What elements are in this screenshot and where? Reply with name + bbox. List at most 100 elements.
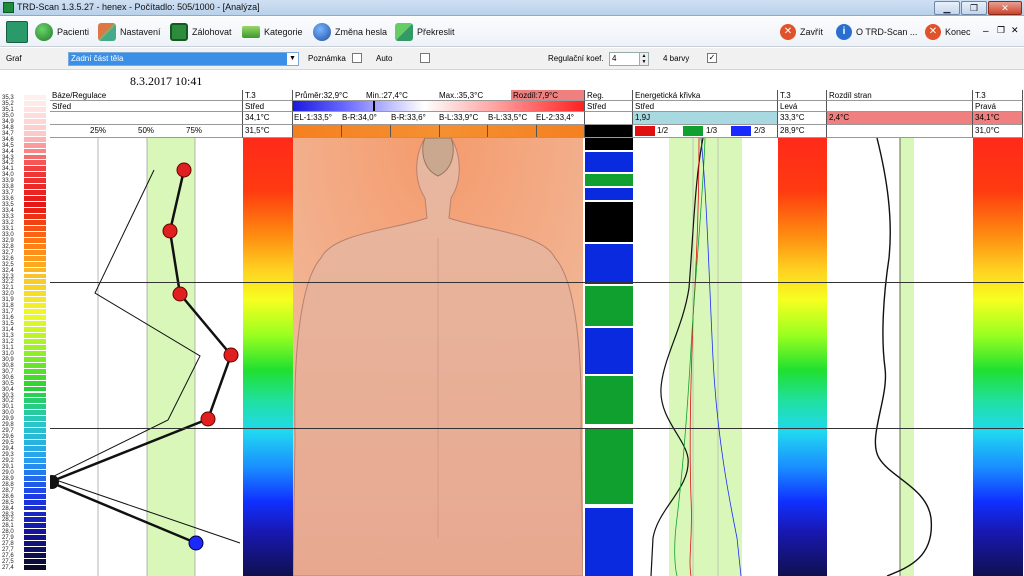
about-button[interactable]: i O TRD-Scan ... [836, 21, 917, 43]
note-label: Poznámka [308, 54, 346, 63]
scale-step [24, 350, 46, 356]
t3-mid-v1: 33,3°C [778, 112, 827, 125]
redraw-icon [395, 23, 413, 41]
scale-step [24, 356, 46, 362]
scale-step [24, 261, 46, 267]
exit-button[interactable]: ✕ Konec [925, 21, 971, 43]
patients-button[interactable]: Pacienti [35, 21, 89, 43]
analysis-panel: 8.3.2017 10:41 35,3 35,2 35,1 35,0 34,9 34,8 3… [0, 71, 1024, 576]
divider-line [50, 282, 1024, 283]
scale-step [24, 505, 46, 511]
scale-step [24, 362, 46, 368]
temperature-scale-bar [24, 95, 46, 571]
scale-step [24, 565, 46, 570]
reg-header: Reg. [585, 90, 633, 101]
scale-step [24, 219, 46, 225]
scale-step [24, 160, 46, 166]
scale-step [24, 404, 46, 410]
stats-row: Průměr:32,9°C Min.:27,4°C Max.:35,3°C Ro… [293, 90, 585, 101]
scale-step [24, 469, 46, 475]
patients-label: Pacienti [57, 27, 90, 37]
scale-step [24, 172, 46, 178]
home-button[interactable] [6, 21, 28, 43]
settings-button[interactable]: Nastavení [98, 21, 161, 43]
scale-step [24, 267, 46, 273]
scale-step [24, 148, 46, 154]
redraw-button[interactable]: Překreslit [395, 21, 455, 43]
region-0: EL-1:33,5° [294, 113, 332, 122]
close-analysis-button[interactable]: ✕ Zavřít [780, 21, 823, 43]
auto-checkbox[interactable] [420, 53, 430, 63]
scale-step [24, 327, 46, 332]
folder-icon [242, 26, 260, 38]
spin-down-icon[interactable]: ▼ [639, 59, 648, 65]
scale-step [24, 225, 46, 231]
maximize-button[interactable]: ❐ [961, 1, 987, 15]
scale-step [24, 178, 46, 184]
body-thermogram-image [293, 138, 583, 576]
mdi-restore-button[interactable]: ❐ [997, 25, 1005, 36]
change-password-button[interactable]: Změna hesla [313, 21, 387, 43]
data-point [188, 535, 204, 551]
floppy-icon [170, 23, 188, 41]
rozdil-value: 2,4°C [827, 112, 972, 124]
legend-2: 1/3 [706, 126, 718, 135]
people-icon [35, 23, 53, 41]
stat-average: Průměr:32,9°C [295, 91, 348, 100]
scale-step [24, 386, 46, 392]
scale-step [24, 279, 46, 285]
scale-step [24, 452, 46, 457]
rozdil-header: Rozdíl stran [827, 90, 973, 101]
backup-label: Zálohovat [192, 27, 232, 37]
close-window-button[interactable]: ✕ [988, 1, 1022, 15]
mdi-minimize-button[interactable]: – [983, 26, 989, 37]
rozdil-value-row: 2,4°C [827, 112, 973, 125]
t3-left-v1: 34,1°C [243, 112, 293, 125]
scale-label: 27,4 [2, 565, 14, 572]
data-point [172, 286, 188, 302]
colors-checkbox[interactable]: ✓ [707, 53, 717, 63]
scale-step [24, 541, 46, 547]
regions-row: EL-1:33,5° B-R:34,0° B-R:33,6° B-L:33,9°… [293, 112, 585, 125]
scale-step [24, 523, 46, 529]
toolbar: Pacienti Nastavení Zálohovat Kategorie Z… [0, 17, 1024, 47]
baze-blank [50, 112, 243, 125]
mdi-close-button[interactable]: ✕ [1011, 25, 1019, 36]
app-icon [3, 2, 14, 13]
reg-sub: Střed [585, 101, 633, 112]
graf-select-value: Zadní část těla [71, 54, 124, 63]
data-point [50, 475, 59, 489]
scale-step [24, 214, 46, 219]
scale-step [24, 529, 46, 535]
region-2: B-R:33,6° [391, 113, 426, 122]
scale-step [24, 499, 46, 505]
graf-select[interactable]: Zadní část těla ▼ [68, 52, 299, 66]
about-label: O TRD-Scan ... [856, 27, 918, 37]
scale-step [24, 434, 46, 440]
categories-label: Kategorie [264, 27, 303, 37]
scale-step [24, 190, 46, 196]
note-checkbox[interactable] [352, 53, 362, 63]
scale-step [24, 303, 46, 309]
scale-step [24, 457, 46, 463]
scale-step [24, 273, 46, 279]
regions-color-row [293, 125, 585, 138]
close-circle-icon: ✕ [780, 24, 796, 40]
exit-label: Konec [945, 27, 971, 37]
datetime: 8.3.2017 10:41 [130, 74, 203, 88]
scale-step [24, 440, 46, 446]
legend-1: 1/2 [657, 126, 669, 135]
legend-3: 2/3 [754, 126, 766, 135]
scale-step [24, 321, 46, 327]
scale-step [24, 559, 46, 565]
scale-step [24, 374, 46, 380]
user-key-icon [313, 23, 331, 41]
t3-mid-gradient [778, 138, 827, 576]
t3-right-header: T.3 [973, 90, 1023, 101]
categories-button[interactable]: Kategorie [242, 21, 303, 43]
backup-button[interactable]: Zálohovat [170, 21, 232, 43]
regulation-stepper[interactable]: 4 ▲ ▼ [609, 52, 649, 66]
scale-step [24, 255, 46, 261]
scale-step [24, 428, 46, 434]
minimize-button[interactable]: ▁ [934, 1, 960, 15]
